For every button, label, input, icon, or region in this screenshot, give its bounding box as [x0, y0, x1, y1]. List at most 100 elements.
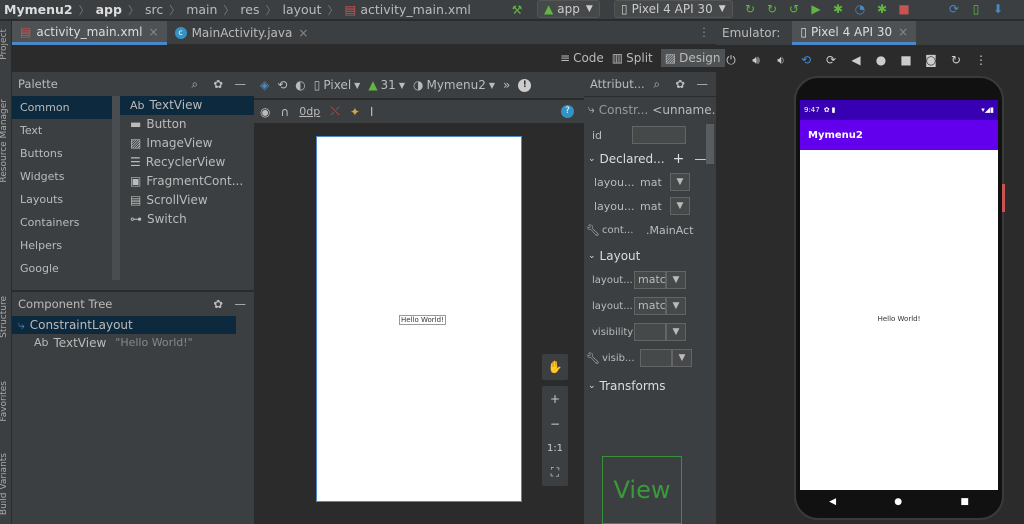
- palette-scrollbar[interactable]: [112, 96, 120, 280]
- warning-icon[interactable]: !: [518, 78, 532, 92]
- hello-world-textview[interactable]: Hello World!: [399, 315, 446, 325]
- avd-manager-icon[interactable]: ▯: [969, 2, 983, 16]
- rotate-left-icon[interactable]: ⟲: [797, 53, 815, 67]
- breadcrumb-res[interactable]: res: [240, 2, 259, 17]
- remove-icon[interactable]: —: [694, 152, 706, 166]
- minimize-icon[interactable]: —: [697, 77, 709, 91]
- stop-icon[interactable]: ■: [897, 2, 911, 16]
- gear-icon[interactable]: ✿: [675, 77, 685, 91]
- palette-category[interactable]: Text: [12, 119, 112, 142]
- palette-item[interactable]: ▬ Button: [120, 115, 254, 134]
- orientation-icon[interactable]: ⟲: [277, 78, 287, 92]
- back-icon[interactable]: ◀: [847, 53, 865, 67]
- breadcrumb-main[interactable]: main: [186, 2, 217, 17]
- back-icon[interactable]: ◀: [829, 497, 836, 507]
- breadcrumb-layout[interactable]: layout: [283, 2, 322, 17]
- code-view-button[interactable]: ≡ Code: [560, 51, 604, 65]
- camera-icon[interactable]: ◙: [922, 53, 940, 67]
- id-field[interactable]: [632, 126, 686, 144]
- night-mode-icon[interactable]: ◐: [295, 78, 305, 92]
- rerun-icon[interactable]: ↻: [743, 2, 757, 16]
- close-icon[interactable]: ×: [898, 25, 908, 39]
- gear-icon[interactable]: ✿: [213, 77, 223, 91]
- profile-icon[interactable]: ◔: [853, 2, 867, 16]
- attributes-scrollbar[interactable]: [706, 124, 714, 164]
- theme-select[interactable]: ◑ Mymenu2 ▼: [413, 78, 495, 92]
- tree-node-constraint-layout[interactable]: ⤷ ConstraintLayout: [12, 316, 236, 334]
- palette-category[interactable]: Layouts: [12, 188, 112, 211]
- overview-icon[interactable]: ■: [960, 497, 969, 507]
- home-icon[interactable]: ●: [894, 497, 902, 507]
- transforms-section-header[interactable]: ⌄ Transforms: [584, 375, 716, 397]
- eye-icon[interactable]: ◉: [260, 105, 270, 119]
- zoom-fit-icon[interactable]: ⛶: [551, 465, 559, 480]
- align-icon[interactable]: I: [370, 105, 374, 119]
- gear-icon[interactable]: ✿: [213, 297, 223, 311]
- attr-value[interactable]: .MainAct: [646, 224, 696, 237]
- layers-icon[interactable]: ◈: [260, 78, 269, 92]
- add-icon[interactable]: +: [673, 151, 685, 167]
- api-select[interactable]: ▲ 31 ▼: [368, 78, 405, 92]
- palette-item[interactable]: ▤ ScrollView: [120, 191, 254, 210]
- close-icon[interactable]: ×: [298, 26, 308, 40]
- help-icon[interactable]: ?: [561, 105, 574, 118]
- chevron-down-icon[interactable]: ▼: [670, 197, 690, 215]
- tree-node-textview[interactable]: Ab TextView "Hello World!": [12, 334, 254, 352]
- palette-item[interactable]: ☰ RecyclerView: [120, 153, 254, 172]
- more-tabs-icon[interactable]: ⋮: [698, 25, 710, 39]
- minimize-icon[interactable]: —: [235, 297, 247, 311]
- snapshot-icon[interactable]: ↻: [947, 53, 965, 67]
- design-canvas[interactable]: Hello World! ✋ + − 1:1 ⛶: [254, 124, 584, 524]
- palette-category[interactable]: Widgets: [12, 165, 112, 188]
- layout-preview[interactable]: Hello World!: [316, 136, 522, 502]
- minimize-icon[interactable]: —: [235, 77, 247, 91]
- attr-value[interactable]: mat: [640, 176, 670, 189]
- search-icon[interactable]: ⌕: [192, 77, 198, 92]
- rotate-right-icon[interactable]: ⟳: [822, 53, 840, 67]
- design-view-button[interactable]: ▨ Design: [660, 49, 725, 67]
- palette-item[interactable]: ⊶ Switch: [120, 210, 254, 229]
- magnet-icon[interactable]: ∩: [280, 105, 289, 119]
- breadcrumb-project[interactable]: Mymenu2: [4, 2, 73, 17]
- infer-constraints-icon[interactable]: ✦: [350, 105, 360, 119]
- pan-icon[interactable]: ✋: [542, 354, 568, 380]
- palette-category[interactable]: Containers: [12, 211, 112, 234]
- sdk-manager-icon[interactable]: ⬇: [991, 2, 1005, 16]
- debug-icon[interactable]: ✱: [831, 2, 845, 16]
- default-margin-field[interactable]: 0dp: [299, 105, 320, 118]
- zoom-out-icon[interactable]: −: [550, 417, 560, 431]
- palette-item[interactable]: ▨ ImageView: [120, 134, 254, 153]
- attach-debugger-icon[interactable]: ✱: [875, 2, 889, 16]
- chevron-down-icon[interactable]: ▼: [666, 323, 686, 341]
- attr-value[interactable]: [639, 349, 672, 367]
- device-select[interactable]: ▯ Pixel 4 API 30 ▼: [614, 0, 733, 18]
- resource-manager-tool-label[interactable]: Resource Manager: [0, 99, 9, 183]
- chevron-down-icon[interactable]: ▼: [670, 173, 690, 191]
- project-tool-label[interactable]: Project: [0, 29, 9, 60]
- tab-activity-main[interactable]: ▤ activity_main.xml ×: [12, 21, 167, 45]
- run-config-select[interactable]: ▲ app ▼: [537, 0, 600, 18]
- power-icon[interactable]: ⏻: [722, 53, 740, 68]
- breadcrumb-file[interactable]: activity_main.xml: [360, 2, 471, 17]
- palette-item[interactable]: ▣ FragmentCont...: [120, 172, 254, 191]
- palette-category[interactable]: Google: [12, 257, 112, 280]
- split-view-button[interactable]: ▥ Split: [612, 51, 653, 65]
- home-icon[interactable]: ●: [872, 53, 890, 67]
- chevron-down-icon[interactable]: ▼: [666, 297, 686, 315]
- chevron-down-icon[interactable]: ▼: [671, 349, 692, 367]
- volume-down-icon[interactable]: 🔉︎: [772, 53, 790, 68]
- hammer-icon[interactable]: ⚒: [510, 3, 524, 17]
- breadcrumb-src[interactable]: src: [145, 2, 163, 17]
- apply-changes-icon[interactable]: ↻: [765, 2, 779, 16]
- more-icon[interactable]: ⋮: [972, 53, 990, 67]
- more-icon[interactable]: »: [503, 78, 510, 92]
- sync-icon[interactable]: ⟳: [947, 2, 961, 16]
- apply-code-changes-icon[interactable]: ↺: [787, 2, 801, 16]
- search-icon[interactable]: ⌕: [654, 77, 660, 92]
- favorites-tool-label[interactable]: Favorites: [0, 381, 9, 422]
- build-variants-tool-label[interactable]: Build Variants: [0, 453, 9, 515]
- chevron-down-icon[interactable]: ▼: [666, 271, 686, 289]
- clear-constraints-icon[interactable]: ⤬: [330, 104, 340, 119]
- palette-category[interactable]: Buttons: [12, 142, 112, 165]
- attr-value[interactable]: [634, 323, 666, 341]
